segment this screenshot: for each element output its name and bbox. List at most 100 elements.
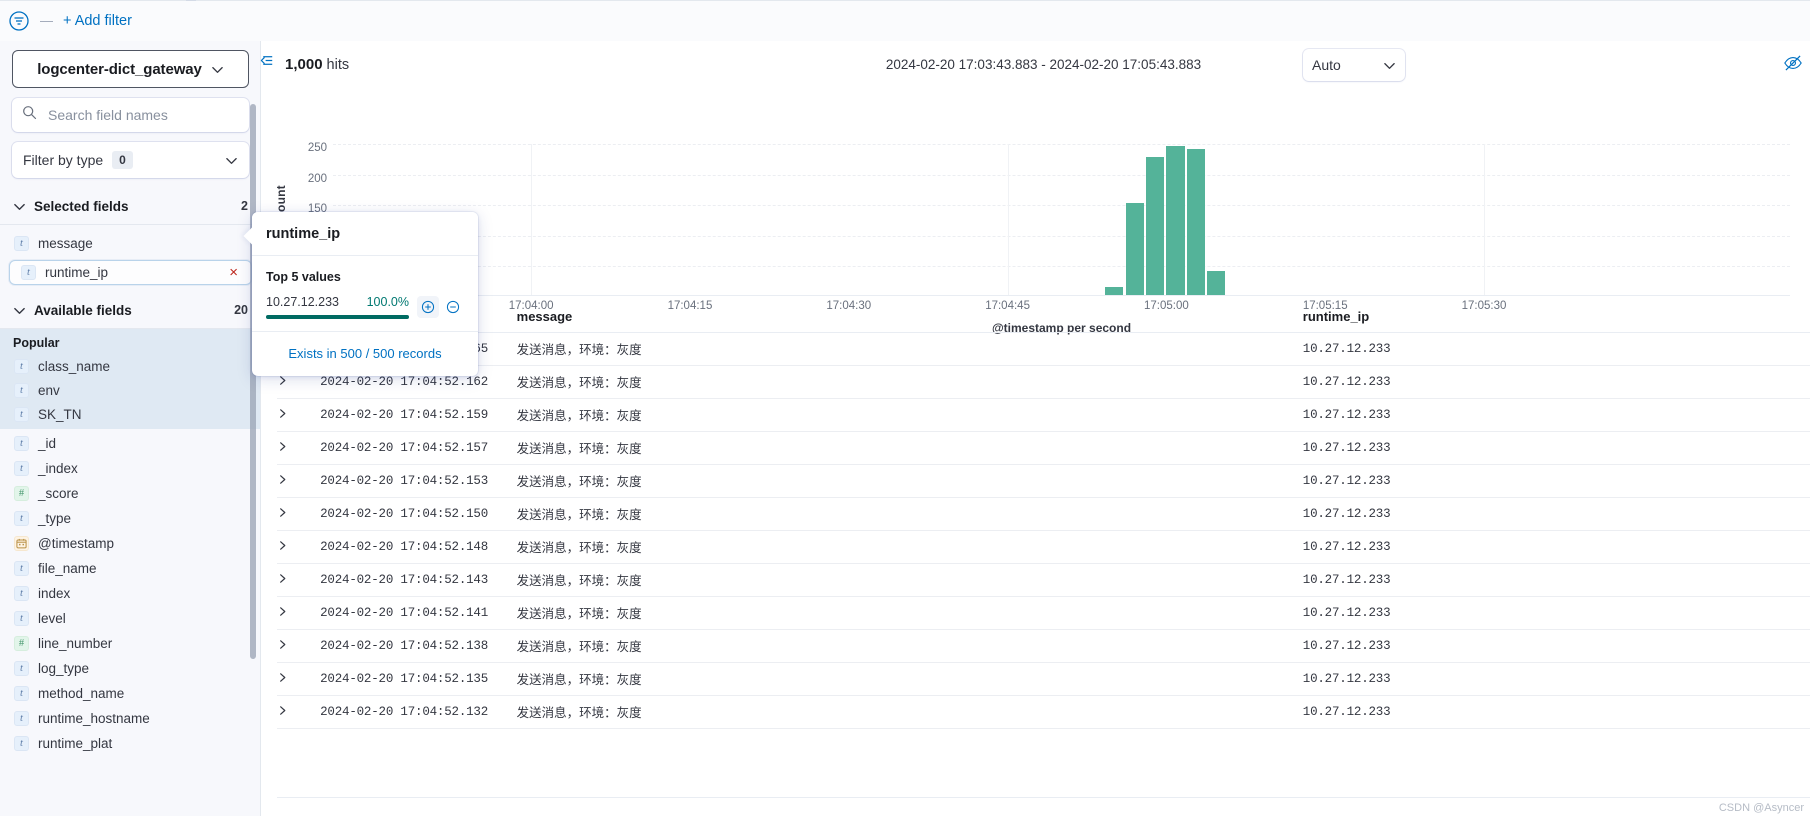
chevron-right-icon[interactable] [277,606,320,620]
histogram-bar[interactable] [1207,271,1226,296]
sidebar-field-method-name[interactable]: t method_name [3,681,258,706]
field-name: _score [38,486,79,501]
table-row[interactable]: 2024-02-20 17:04:52.143 发送消息，环境：灰度 10.27… [277,563,1810,597]
gridline [333,235,1790,237]
sidebar-field-class-name[interactable]: t class_name [3,354,258,378]
remove-field-icon[interactable]: × [229,265,238,280]
vertical-gridline [1007,144,1009,296]
histogram-bar[interactable] [1166,145,1185,296]
index-pattern-switcher[interactable]: logcenter-dict_gateway [12,50,249,88]
field-type-string-icon: t [21,265,36,280]
cell-time: 2024-02-20 17:04:52.141 [320,596,517,630]
filter-bar: — + Add filter [0,0,1810,41]
popular-fields-group: Popular t class_name t env t SK_TN [0,329,261,429]
table-row[interactable]: 2024-02-20 17:04:52.159 发送消息，环境：灰度 10.27… [277,398,1810,432]
table-row[interactable]: 2024-02-20 17:04:52.150 发送消息，环境：灰度 10.27… [277,497,1810,531]
chevron-right-icon[interactable] [277,672,320,686]
available-fields-section-header[interactable]: Available fields 20 [0,294,261,326]
chevron-right-icon[interactable] [277,375,320,389]
sidebar-field-file-name[interactable]: t file_name [3,556,258,581]
filter-by-type-button[interactable]: Filter by type 0 [12,142,249,178]
cell-time: 2024-02-20 17:04:52.138 [320,629,517,663]
field-name: env [38,382,60,398]
chevron-right-icon[interactable] [277,507,320,521]
cell-message: 发送消息，环境：灰度 [516,398,1303,432]
cell-runtime-ip: 10.27.12.233 [1302,497,1810,531]
cell-runtime-ip: 10.27.12.233 [1302,431,1810,465]
sidebar-field-_id[interactable]: t _id [3,431,258,456]
top-values-title: Top 5 values [266,270,341,284]
filter-icon[interactable] [8,10,30,32]
cell-message: 发送消息，环境：灰度 [516,365,1303,399]
table-row[interactable]: 2024-02-20 17:04:52.132 发送消息，环境：灰度 10.27… [277,695,1810,729]
selected-fields-section-header[interactable]: Selected fields 2 [0,190,261,222]
table-row[interactable]: 2024-02-20 17:04:52.165 发送消息，环境：灰度 10.27… [277,332,1810,366]
sidebar-field-_type[interactable]: t _type [3,506,258,531]
chevron-right-icon[interactable] [277,474,320,488]
table-row[interactable]: 2024-02-20 17:04:52.138 发送消息，环境：灰度 10.27… [277,629,1810,663]
cell-time: 2024-02-20 17:04:52.135 [320,662,517,696]
chart-baseline [333,295,1790,296]
field-type-string-icon: t [14,235,29,251]
table-row[interactable]: 2024-02-20 17:04:52.157 发送消息，环境：灰度 10.27… [277,431,1810,465]
chevron-right-icon[interactable] [277,705,320,719]
chevron-right-icon[interactable] [277,540,320,554]
top-value-row: 10.27.12.233 100.0% [266,295,464,319]
table-row[interactable]: 2024-02-20 17:04:52.162 发送消息，环境：灰度 10.27… [277,365,1810,399]
table-body: 2024-02-20 17:04:52.165 发送消息，环境：灰度 10.27… [277,332,1810,729]
hits-row: 1,000 hits 2024-02-20 17:03:43.883 - 2024… [277,41,1810,88]
kibana-discover-app: — + Add filter logcenter-dict_gateway Fi… [0,0,1810,816]
sidebar-field-runtime-plat[interactable]: t runtime_plat [3,731,258,756]
table-header-row: Time message runtime_ip [277,306,1810,332]
sidebar-field-runtime-hostname[interactable]: t runtime_hostname [3,706,258,731]
sidebar-field-line-number[interactable]: # line_number [3,631,258,656]
filter-by-type-label: Filter by type [23,152,104,168]
sidebar-field-index[interactable]: t index [3,581,258,606]
sidebar-field-_index[interactable]: t _index [3,456,258,481]
field-name: @timestamp [38,536,114,551]
sidebar-field-_score[interactable]: # _score [3,481,258,506]
table-row[interactable]: 2024-02-20 17:04:52.153 发送消息，环境：灰度 10.27… [277,464,1810,498]
sidebar-field-sk-tn[interactable]: t SK_TN [3,402,258,426]
exists-in-records-link[interactable]: Exists in 500 / 500 records [288,346,441,361]
cell-message: 发送消息，环境：灰度 [516,464,1303,498]
cell-time: 2024-02-20 17:04:52.159 [320,398,517,432]
sidebar-field-level[interactable]: t level [3,606,258,631]
watermark: CSDN @Asyncer [1718,802,1804,814]
field-name: SK_TN [38,406,82,422]
chevron-right-icon[interactable] [277,573,320,587]
chart-plot-area[interactable] [333,144,1790,296]
field-name: class_name [38,358,111,374]
sidebar-field-env[interactable]: t env [3,378,258,402]
sidebar-field-runtime-ip[interactable]: t runtime_ip × [9,260,252,285]
search-input[interactable] [46,106,239,124]
field-name: _type [38,511,72,526]
table-row[interactable]: 2024-02-20 17:04:52.148 发送消息，环境：灰度 10.27… [277,530,1810,564]
chevron-right-icon[interactable] [277,441,320,455]
minus-in-circle-icon[interactable] [442,296,464,318]
documents-table: Time message runtime_ip 2024-02-20 17:04… [277,306,1810,729]
sidebar-scrollbar[interactable] [250,104,256,659]
histogram-bar[interactable] [1125,202,1144,296]
histogram-bar[interactable] [1186,148,1205,296]
sidebar-field-message[interactable]: t message [3,231,258,255]
cell-runtime-ip: 10.27.12.233 [1302,332,1810,366]
add-filter-button[interactable]: + Add filter [63,13,132,29]
chevron-right-icon[interactable] [277,408,320,422]
table-row[interactable]: 2024-02-20 17:04:52.141 发送消息，环境：灰度 10.27… [277,596,1810,630]
eye-slash-icon[interactable] [1783,53,1803,78]
chevron-right-icon[interactable] [277,639,320,653]
interval-select[interactable]: Auto [1303,49,1405,81]
gridline [333,144,1790,145]
plus-in-circle-icon[interactable] [417,296,439,318]
table-row[interactable]: 2024-02-20 17:04:52.135 发送消息，环境：灰度 10.27… [277,662,1810,696]
filter-by-type-count: 0 [112,151,133,169]
column-header-message[interactable]: message [517,306,1303,332]
sidebar-field-timestamp[interactable]: @timestamp [3,531,258,556]
collapse-sidebar-icon[interactable] [259,52,276,69]
popover-body: Top 5 values 10.27.12.233 100.0% [252,256,478,331]
column-header-runtime-ip[interactable]: runtime_ip [1303,306,1810,332]
histogram-bar[interactable] [1146,156,1165,296]
search-field-names-wrapper[interactable] [12,98,249,132]
sidebar-field-log-type[interactable]: t log_type [3,656,258,681]
